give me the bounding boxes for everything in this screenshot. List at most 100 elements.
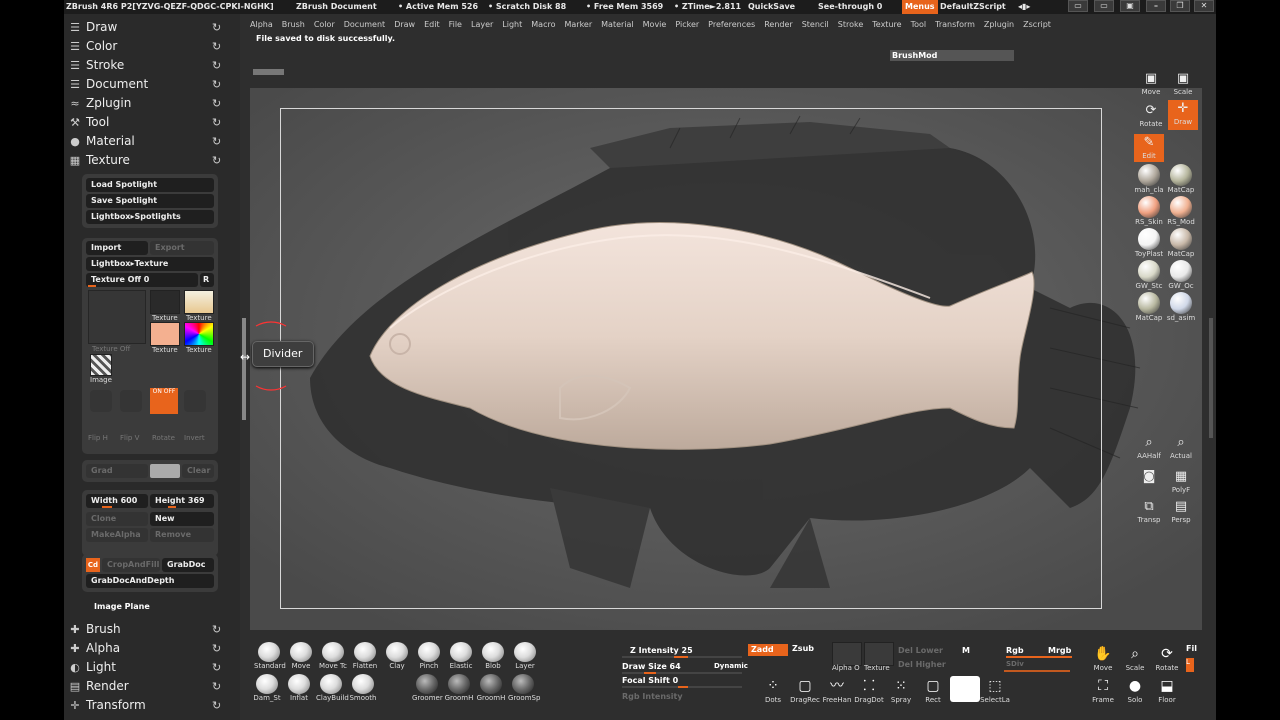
transp-button[interactable]: ⧉ Transp (1134, 498, 1164, 526)
l-sym-button[interactable]: L (1186, 658, 1194, 672)
menu-material[interactable]: Material (601, 20, 634, 29)
layout-icon[interactable]: ▭ (1068, 0, 1088, 12)
menu-movie[interactable]: Movie (643, 20, 667, 29)
brush-mod-field[interactable]: BrushMod (890, 50, 1014, 61)
move-button[interactable]: ▣ Move (1136, 70, 1166, 98)
menu-stencil[interactable]: Stencil (802, 20, 829, 29)
rgb-button[interactable]: Rgb (1006, 646, 1024, 655)
texture-thumb-3[interactable] (150, 322, 180, 346)
brush-slot[interactable]: Elastic (446, 642, 476, 672)
import-button[interactable]: Import (86, 241, 148, 255)
menu-macro[interactable]: Macro (531, 20, 555, 29)
r-button[interactable]: R (200, 273, 214, 287)
polyf-button[interactable]: ▦ PolyF (1166, 468, 1196, 496)
popup-icon[interactable]: ↻ (212, 56, 221, 75)
brush-slot[interactable]: Smooth (348, 674, 378, 704)
floor-button[interactable]: ⬓ Floor (1152, 676, 1182, 706)
material-swatch[interactable]: MatCap (1166, 228, 1196, 260)
popup-icon[interactable]: ↻ (212, 658, 221, 677)
image-plane-subpalette[interactable]: Image Plane (94, 602, 150, 611)
solo-button[interactable]: ● Solo (1120, 676, 1150, 706)
actual-button[interactable]: ⌕ Actual (1166, 434, 1196, 462)
fill-button[interactable]: Fil (1186, 644, 1197, 653)
popup-icon[interactable]: ↻ (212, 37, 221, 56)
popup-icon[interactable]: ↻ (212, 18, 221, 37)
rotate-button[interactable]: ⟳ Rotate (1136, 102, 1166, 130)
material-swatch[interactable]: RS_Skin (1134, 196, 1164, 228)
stroke-slot[interactable]: ⁘ Dots (758, 676, 788, 706)
palette-color[interactable]: ☰ Color ↻ (64, 37, 240, 56)
brush-slot[interactable]: Inflat (284, 674, 314, 704)
popup-icon[interactable]: ↻ (212, 75, 221, 94)
popup-icon[interactable]: ↻ (212, 94, 221, 113)
default-zscript-button[interactable]: DefaultZScript (940, 0, 1006, 14)
menu-brush[interactable]: Brush (282, 20, 305, 29)
z-intensity-slider[interactable]: Z Intensity 25 (630, 646, 693, 655)
menu-alpha[interactable]: Alpha (250, 20, 273, 29)
clone-button[interactable]: Clone (86, 512, 148, 526)
grab-doc-depth-button[interactable]: GrabDocAndDepth (86, 574, 214, 588)
menu-marker[interactable]: Marker (564, 20, 592, 29)
popup-icon[interactable]: ↻ (212, 677, 221, 696)
layout2-icon[interactable]: ▭ (1094, 0, 1114, 12)
menu-zplugin[interactable]: Zplugin (984, 20, 1014, 29)
brush-slot[interactable]: Flatten (350, 642, 380, 672)
draw-size-slider[interactable]: Draw Size 64 (622, 662, 681, 671)
load-spotlight-button[interactable]: Load Spotlight (86, 178, 214, 192)
lightbox-spotlights-button[interactable]: Lightbox▸Spotlights (86, 210, 214, 224)
m-button[interactable]: M (962, 646, 970, 655)
document-canvas[interactable] (250, 88, 1202, 630)
image-thumb[interactable] (90, 354, 112, 376)
brush-slot[interactable]: Dam_St (252, 674, 282, 704)
see-through-slider[interactable]: See-through 0 (818, 0, 882, 14)
popup-icon[interactable]: ↻ (212, 151, 221, 170)
brush-slot[interactable]: GroomSp (508, 674, 540, 704)
palette-render[interactable]: ▤ Render ↻ (64, 677, 240, 696)
brush-slot[interactable]: ClayBuild (316, 674, 349, 704)
lock-icon[interactable]: ▣ (1120, 0, 1140, 12)
on-off-toggle[interactable]: ON OFF (150, 388, 178, 414)
palette-transform[interactable]: ✛ Transform ↻ (64, 696, 240, 715)
menu-light[interactable]: Light (502, 20, 522, 29)
material-swatch[interactable]: GW_Oc (1166, 260, 1196, 292)
material-swatch[interactable]: MatCap (1134, 292, 1164, 324)
edit-button[interactable]: ✎ Edit (1134, 134, 1164, 162)
invert-icon[interactable] (184, 390, 206, 412)
menus-button[interactable]: Menus (902, 0, 938, 14)
brush-slot[interactable]: Blob (478, 642, 508, 672)
menu-draw[interactable]: Draw (394, 20, 415, 29)
brush-slot[interactable]: Layer (510, 642, 540, 672)
stroke-slot[interactable]: ▢ Rect (918, 676, 948, 706)
width-slider[interactable]: Width 600 (86, 494, 148, 508)
palette-zplugin[interactable]: ≈ Zplugin ↻ (64, 94, 240, 113)
lightbox-texture-button[interactable]: Lightbox▸Texture (86, 257, 214, 271)
menu-transform[interactable]: Transform (935, 20, 975, 29)
popup-icon[interactable]: ↻ (212, 113, 221, 132)
scale-view-button[interactable]: ⌕ Scale (1120, 644, 1150, 674)
make-alpha-button[interactable]: MakeAlpha (86, 528, 148, 542)
alpha-thumb[interactable] (832, 642, 862, 666)
stroke-slot[interactable] (950, 676, 980, 706)
move-view-button[interactable]: ✋ Move (1088, 644, 1118, 674)
main-color-swatch[interactable] (150, 464, 180, 478)
menu-zscript[interactable]: Zscript (1023, 20, 1051, 29)
material-swatch[interactable]: MatCap (1166, 164, 1196, 196)
export-button[interactable]: Export (150, 241, 214, 255)
brush-slot[interactable]: Standard (254, 642, 286, 672)
menu-preferences[interactable]: Preferences (708, 20, 755, 29)
palette-material[interactable]: ● Material ↻ (64, 132, 240, 151)
arrows-icon[interactable]: ◂▮▸ (1018, 0, 1030, 14)
del-higher-button[interactable]: Del Higher (898, 660, 946, 669)
aahalf-button[interactable]: ⌕ AAHalf (1134, 434, 1164, 462)
sdiv-slider[interactable]: SDiv (1006, 660, 1024, 668)
brush-slot[interactable]: Move Tc (318, 642, 348, 672)
palette-stroke[interactable]: ☰ Stroke ↻ (64, 56, 240, 75)
material-swatch[interactable]: ToyPlast (1134, 228, 1164, 260)
stroke-slot[interactable]: 〰 FreeHan (822, 676, 852, 706)
clear-button[interactable]: Clear (182, 464, 214, 478)
menu-edit[interactable]: Edit (424, 20, 440, 29)
material-swatch[interactable]: sd_asim (1166, 292, 1196, 324)
remove-button[interactable]: Remove (150, 528, 214, 542)
maximize-icon[interactable]: ❐ (1170, 0, 1190, 12)
stroke-slot[interactable]: ▢ DragRec (790, 676, 820, 706)
